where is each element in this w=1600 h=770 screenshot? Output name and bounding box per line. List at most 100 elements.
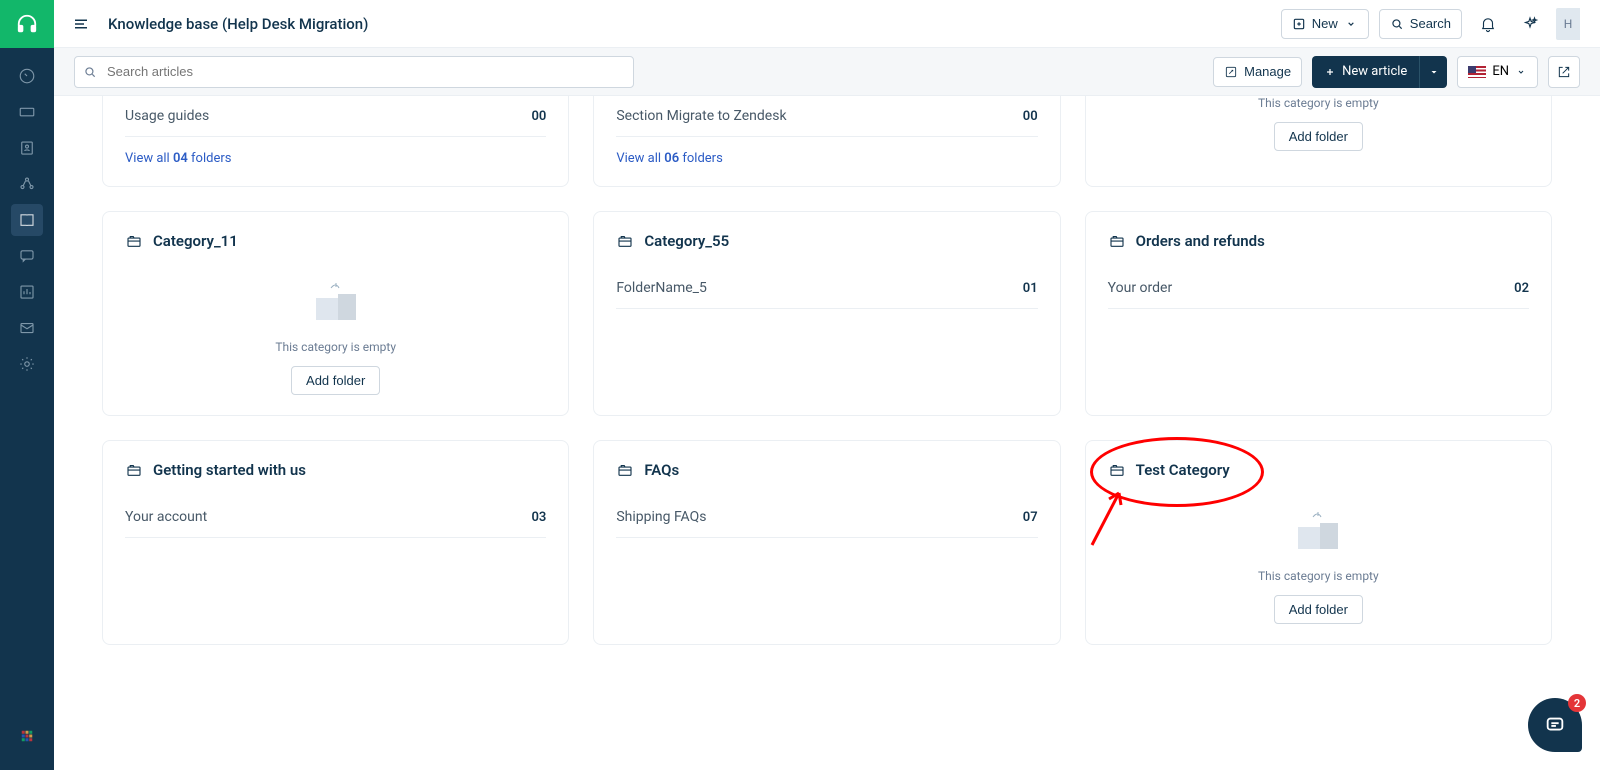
gauge-icon	[18, 67, 36, 85]
folder-name: Your order	[1108, 280, 1173, 296]
sparkle-button[interactable]	[1514, 8, 1546, 40]
folder-row[interactable]: Shipping FAQs 07	[616, 497, 1037, 538]
empty-text: This category is empty	[275, 340, 396, 354]
sidebar-item-admin[interactable]	[11, 348, 43, 380]
search-icon	[1390, 17, 1404, 31]
category-card: Orders and refunds Your order 02	[1085, 211, 1552, 416]
category-card-partial-2: Section Migrate to Zendesk 00 View all 0…	[593, 96, 1060, 187]
sparkle-icon	[1521, 15, 1539, 33]
new-article-label: New article	[1342, 64, 1407, 79]
notifications-button[interactable]	[1472, 8, 1504, 40]
toolbar: Manage New article EN	[54, 48, 1600, 96]
category-card: FAQs Shipping FAQs 07	[593, 440, 1060, 645]
hamburger-icon[interactable]	[72, 15, 90, 33]
folder-row[interactable]: Usage guides 00	[125, 96, 546, 137]
category-header[interactable]: Orders and refunds	[1108, 232, 1529, 250]
sidebar-item-mail[interactable]	[11, 312, 43, 344]
apps-icon	[18, 727, 36, 745]
chat-widget[interactable]: 2	[1528, 698, 1582, 752]
category-card: Getting started with us Your account 03	[102, 440, 569, 645]
sidebar-item-tickets[interactable]	[11, 96, 43, 128]
contact-icon	[18, 139, 36, 157]
sidebar-item-social[interactable]	[11, 168, 43, 200]
folder-count: 07	[1023, 510, 1038, 525]
external-link-icon	[1556, 64, 1572, 80]
app-logo[interactable]	[0, 0, 54, 48]
folder-count: 03	[531, 510, 546, 525]
book-icon	[18, 211, 36, 229]
sidebar-item-dashboard[interactable]	[11, 60, 43, 92]
folder-row[interactable]: Section Migrate to Zendesk 00	[616, 96, 1037, 137]
sidebar-item-contacts[interactable]	[11, 132, 43, 164]
empty-text: This category is empty	[1258, 96, 1379, 110]
category-icon	[1108, 232, 1126, 250]
manage-button[interactable]: Manage	[1213, 57, 1302, 87]
search-articles-input[interactable]	[74, 56, 634, 88]
folder-row[interactable]: FolderName_5 01	[616, 268, 1037, 309]
headphones-icon	[16, 13, 38, 35]
category-header[interactable]: FAQs	[616, 461, 1037, 479]
category-header[interactable]: Test Category	[1108, 461, 1529, 479]
ticket-icon	[18, 103, 36, 121]
new-article-dropdown[interactable]	[1419, 56, 1447, 88]
add-folder-button[interactable]: Add folder	[1274, 122, 1363, 151]
category-icon	[1108, 461, 1126, 479]
add-folder-button[interactable]: Add folder	[291, 366, 380, 395]
avatar[interactable]: H	[1556, 8, 1580, 40]
chat-badge: 2	[1568, 694, 1586, 712]
category-icon	[616, 461, 634, 479]
chart-icon	[18, 283, 36, 301]
language-selector[interactable]: EN	[1457, 56, 1538, 88]
folder-row[interactable]: Your account 03	[125, 497, 546, 538]
category-icon	[125, 461, 143, 479]
search-button[interactable]: Search	[1379, 9, 1462, 39]
category-card-partial-3: This category is empty Add folder	[1085, 96, 1552, 187]
folder-count: 00	[531, 109, 546, 124]
chat-bubble-icon	[1544, 714, 1566, 736]
folder-name: Usage guides	[125, 108, 209, 124]
page-title: Knowledge base (Help Desk Migration)	[108, 15, 368, 33]
category-card-test: Test Category This category is empty Add…	[1085, 440, 1552, 645]
category-card: Category_55 FolderName_5 01	[593, 211, 1060, 416]
manage-button-label: Manage	[1244, 64, 1291, 79]
plus-icon	[1324, 66, 1336, 78]
sidebar-item-apps[interactable]	[11, 720, 43, 752]
category-header[interactable]: Category_11	[125, 232, 546, 250]
category-header[interactable]: Category_55	[616, 232, 1037, 250]
sidebar-item-solutions[interactable]	[11, 204, 43, 236]
category-title: FAQs	[644, 461, 679, 479]
new-button-label: New	[1312, 16, 1338, 31]
new-button[interactable]: New	[1281, 9, 1369, 39]
add-folder-button[interactable]: Add folder	[1274, 595, 1363, 624]
empty-box-icon	[1288, 497, 1348, 557]
new-article-button[interactable]: New article	[1312, 56, 1447, 88]
chat-icon	[18, 247, 36, 265]
topbar: Knowledge base (Help Desk Migration) New…	[54, 0, 1600, 48]
chevron-down-icon	[1515, 66, 1527, 78]
category-title: Orders and refunds	[1136, 232, 1265, 250]
folder-count: 02	[1514, 281, 1529, 296]
category-card: Category_11 This category is empty Add f…	[102, 211, 569, 416]
category-title: Test Category	[1136, 461, 1230, 479]
category-title: Category_55	[644, 232, 729, 250]
category-icon	[616, 232, 634, 250]
category-icon	[125, 232, 143, 250]
language-label: EN	[1492, 64, 1509, 79]
open-external-button[interactable]	[1548, 56, 1580, 88]
category-title: Getting started with us	[153, 461, 306, 479]
flag-us-icon	[1468, 66, 1486, 78]
nodes-icon	[18, 175, 36, 193]
sidebar	[0, 0, 54, 770]
sidebar-item-analytics[interactable]	[11, 276, 43, 308]
chevron-down-icon	[1344, 17, 1358, 31]
view-all-link[interactable]: View all 06 folders	[616, 151, 722, 166]
search-button-label: Search	[1410, 16, 1451, 31]
view-all-link[interactable]: View all 04 folders	[125, 151, 231, 166]
sidebar-item-forums[interactable]	[11, 240, 43, 272]
folder-row[interactable]: Your order 02	[1108, 268, 1529, 309]
empty-text: This category is empty	[1258, 569, 1379, 583]
category-header[interactable]: Getting started with us	[125, 461, 546, 479]
folder-name: FolderName_5	[616, 280, 707, 296]
folder-count: 00	[1023, 109, 1038, 124]
folder-name: Your account	[125, 509, 207, 525]
